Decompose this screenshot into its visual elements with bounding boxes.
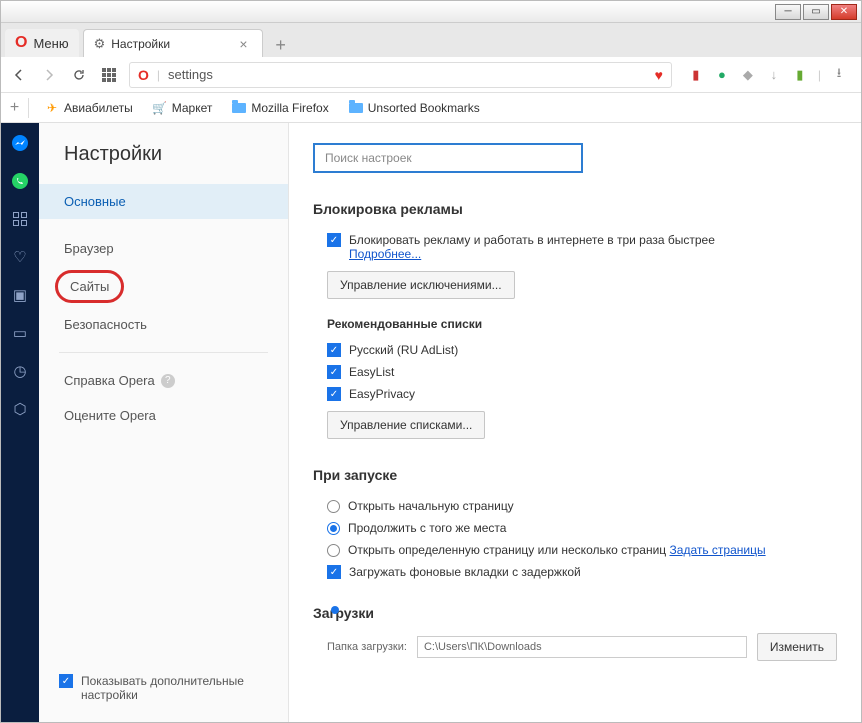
settings-content: Поиск настроек Блокировка рекламы ✓ Блок… (289, 123, 861, 722)
change-folder-button[interactable]: Изменить (757, 633, 837, 661)
startup-open-startpage[interactable]: Открыть начальную страницу (313, 495, 837, 517)
gear-icon: ⚙ (94, 36, 106, 52)
settings-title: Настройки (39, 143, 288, 184)
vertical-sidebar: ♡ ▣ ▭ ◷ ⬡ (1, 123, 39, 722)
list-easylist-option[interactable]: ✓EasyList (313, 361, 837, 383)
tabs-sidebar-icon[interactable]: ▭ (10, 323, 30, 343)
radio-icon (327, 522, 340, 535)
radio-icon (327, 544, 340, 557)
opera-logo-icon: O (15, 34, 27, 52)
bookmark-folder[interactable]: Mozilla Firefox (224, 98, 336, 118)
adblock-section: Блокировка рекламы ✓ Блокировать рекламу… (313, 201, 837, 445)
checkbox-icon: ✓ (327, 365, 341, 379)
recommended-lists-title: Рекомендованные списки (313, 317, 837, 331)
adblock-enable-option[interactable]: ✓ Блокировать рекламу и работать в интер… (313, 229, 837, 265)
forward-button[interactable] (39, 65, 59, 85)
toolbar: O | ♥ ▮ ● ◆ ↓ ▮ | ⭳ (1, 57, 861, 93)
section-title: При запуске (313, 467, 837, 483)
startup-section: При запуске Открыть начальную страницу П… (313, 467, 837, 583)
bookmark-heart-icon[interactable]: ♥ (655, 67, 663, 83)
radio-icon (327, 500, 340, 513)
nav-browser[interactable]: Браузер (39, 231, 288, 266)
manage-lists-button[interactable]: Управление списками... (327, 411, 485, 439)
startup-lazy-load[interactable]: ✓Загружать фоновые вкладки с задержкой (313, 561, 837, 583)
whatsapp-icon[interactable] (10, 171, 30, 191)
separator (59, 352, 268, 353)
minimize-button[interactable]: ─ (775, 4, 801, 20)
bookmark-folder[interactable]: Unsorted Bookmarks (341, 98, 488, 118)
downloads-section: Загрузки Папка загрузки: C:\Users\ПК\Dow… (313, 605, 837, 661)
tab-settings[interactable]: ⚙ Настройки × (83, 29, 263, 57)
list-easyprivacy-option[interactable]: ✓EasyPrivacy (313, 383, 837, 405)
address-input[interactable] (168, 67, 647, 82)
security-opera-icon: O (138, 67, 149, 83)
extension-icon-1[interactable]: ▮ (688, 67, 704, 83)
extension-icon-4[interactable]: ▮ (792, 67, 808, 83)
section-title: Загрузки (313, 605, 837, 621)
extensions-area: ▮ ● ◆ ↓ ▮ | ⭳ (682, 67, 853, 83)
folder-icon (349, 101, 363, 115)
learn-more-link[interactable]: Подробнее... (349, 247, 421, 261)
history-sidebar-icon[interactable]: ◷ (10, 361, 30, 381)
messenger-icon[interactable] (10, 133, 30, 153)
folder-icon (232, 101, 246, 115)
section-title: Блокировка рекламы (313, 201, 837, 217)
checkbox-icon: ✓ (327, 565, 341, 579)
address-bar[interactable]: O | ♥ (129, 62, 672, 88)
manage-exceptions-button[interactable]: Управление исключениями... (327, 271, 515, 299)
nav-basic[interactable]: Основные (39, 184, 288, 219)
bookmark-item[interactable]: 🛒 Маркет (145, 98, 221, 118)
checkbox-icon: ✓ (59, 674, 73, 688)
download-path-input[interactable]: C:\Users\ПК\Downloads (417, 636, 747, 658)
bookmarks-sidebar-icon[interactable]: ♡ (10, 247, 30, 267)
extensions-sidebar-icon[interactable]: ⬡ (10, 399, 30, 419)
reload-button[interactable] (69, 65, 89, 85)
show-advanced-checkbox[interactable]: ✓ Показывать дополнительные настройки (59, 674, 288, 702)
speed-dial-button[interactable] (99, 65, 119, 85)
extension-shield-icon[interactable]: ◆ (740, 67, 756, 83)
plane-icon: ✈ (45, 101, 59, 115)
extension-icon-2[interactable]: ● (714, 67, 730, 83)
nav-rate[interactable]: Оцените Opera (39, 398, 288, 433)
startup-continue[interactable]: Продолжить с того же места (313, 517, 837, 539)
nav-security[interactable]: Безопасность (39, 307, 288, 342)
download-folder-label: Папка загрузки: (327, 641, 407, 653)
list-russian-option[interactable]: ✓Русский (RU AdList) (313, 339, 837, 361)
back-button[interactable] (9, 65, 29, 85)
opera-menu-button[interactable]: O Меню (5, 29, 79, 57)
new-tab-button[interactable]: + (269, 33, 293, 57)
maximize-button[interactable]: ▭ (803, 4, 829, 20)
help-icon: ? (161, 374, 175, 388)
nav-sites[interactable]: Сайты (55, 270, 124, 303)
checkbox-icon: ✓ (327, 233, 341, 247)
nav-help[interactable]: Справка Opera? (39, 363, 288, 398)
tab-close-button[interactable]: × (235, 36, 251, 52)
settings-sidebar: Настройки Основные Браузер Сайты Безопас… (39, 123, 289, 722)
downloads-button[interactable]: ⭳ (831, 67, 847, 83)
news-sidebar-icon[interactable]: ▣ (10, 285, 30, 305)
bookmark-item[interactable]: ✈ Авиабилеты (37, 98, 141, 118)
checkbox-icon: ✓ (327, 343, 341, 357)
annotation-dot (331, 606, 339, 614)
bookmarks-bar: + ✈ Авиабилеты 🛒 Маркет Mozilla Firefox … (1, 93, 861, 123)
set-pages-link[interactable]: Задать страницы (670, 543, 766, 557)
checkbox-icon: ✓ (327, 387, 341, 401)
download-arrow-icon[interactable]: ↓ (766, 67, 782, 83)
close-window-button[interactable]: ✕ (831, 4, 857, 20)
settings-search-input[interactable]: Поиск настроек (313, 143, 583, 173)
tab-title: Настройки (111, 37, 170, 51)
speed-dial-sidebar-icon[interactable] (10, 209, 30, 229)
tab-strip: O Меню ⚙ Настройки × + (1, 23, 861, 57)
add-bookmark-button[interactable]: + (9, 98, 29, 118)
window-titlebar: ─ ▭ ✕ (1, 1, 861, 23)
opera-menu-label: Меню (33, 36, 68, 51)
startup-specific-pages[interactable]: Открыть определенную страницу или нескол… (313, 539, 837, 561)
cart-icon: 🛒 (153, 101, 167, 115)
